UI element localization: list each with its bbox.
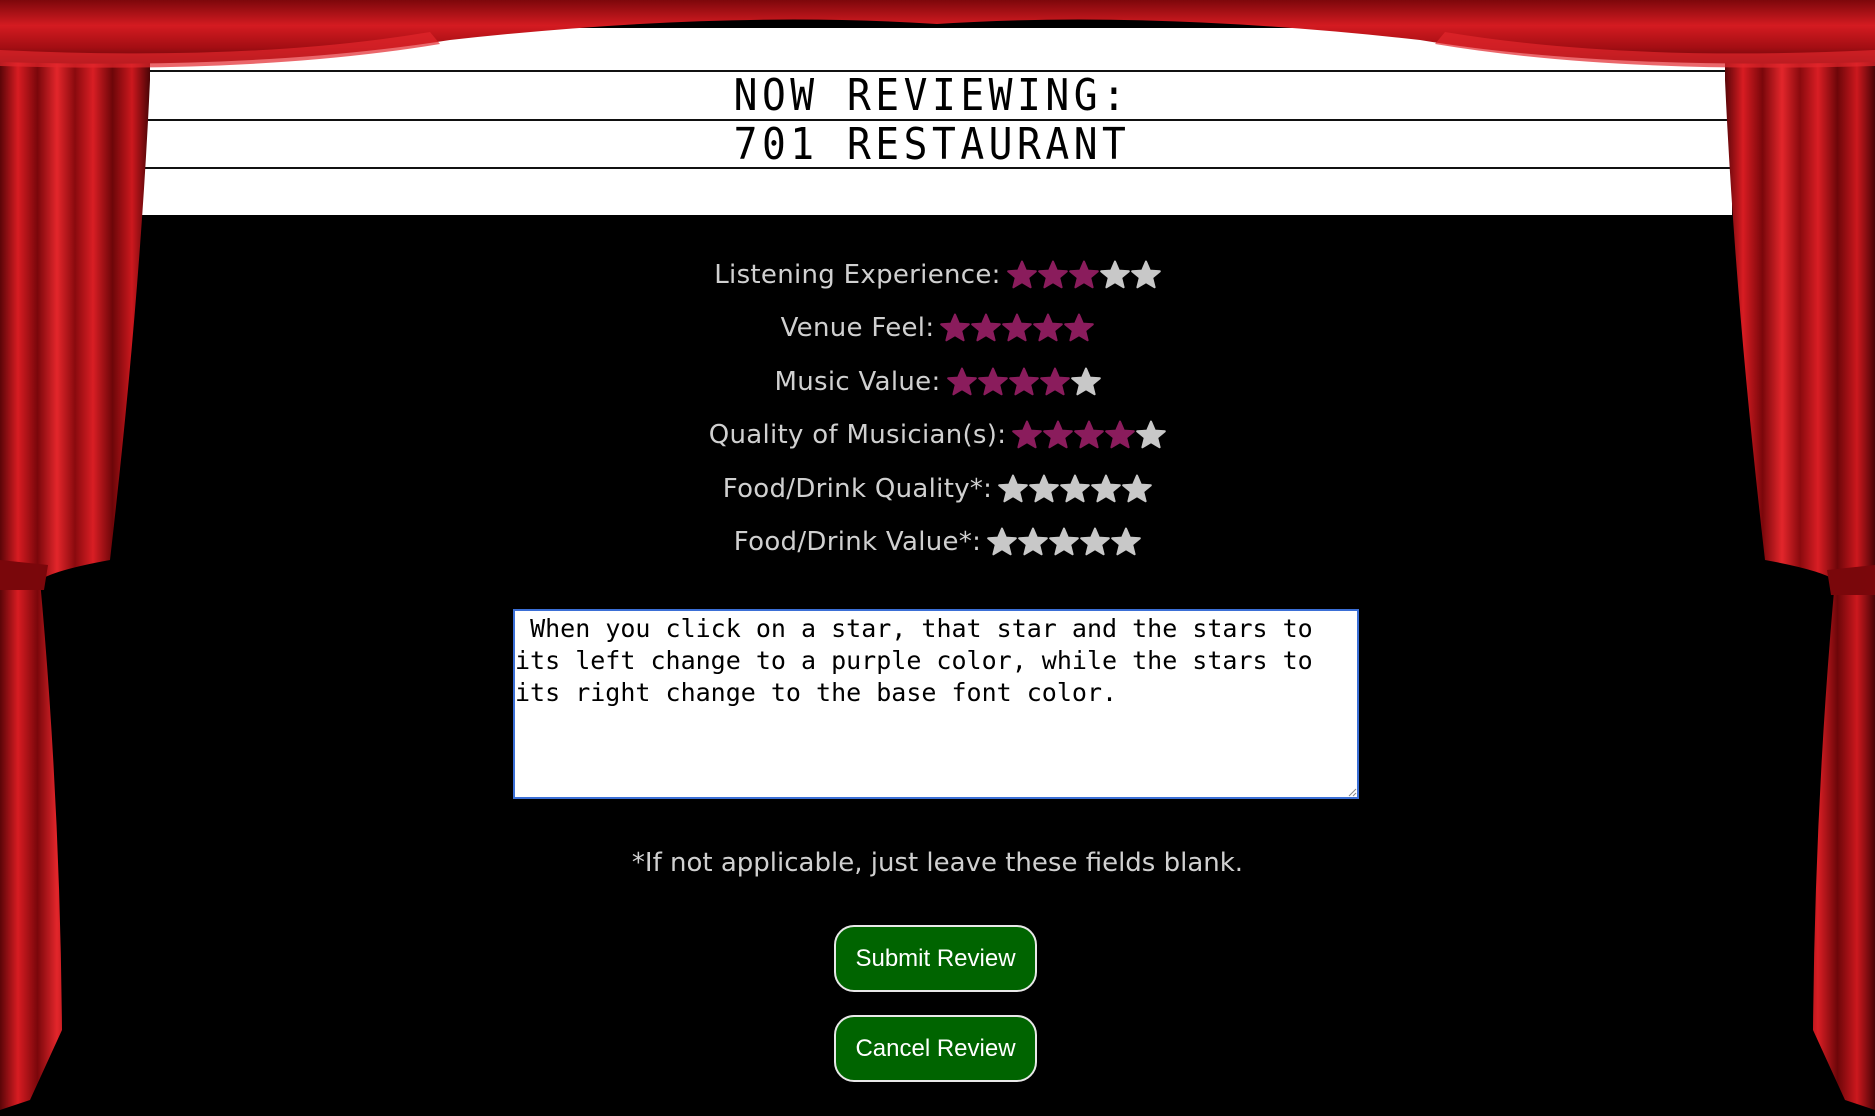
star-icon[interactable] (1049, 527, 1080, 557)
star-icon[interactable] (1006, 260, 1037, 290)
star-icon[interactable] (971, 313, 1002, 343)
submit-review-button[interactable]: Submit Review (834, 925, 1037, 992)
star-rating (946, 367, 1101, 397)
star-icon[interactable] (1039, 367, 1070, 397)
star-icon[interactable] (1080, 527, 1111, 557)
star-icon[interactable] (1060, 474, 1091, 504)
star-rating (998, 474, 1153, 504)
star-icon[interactable] (987, 527, 1018, 557)
star-icon[interactable] (1070, 367, 1101, 397)
optional-fields-note: *If not applicable, just leave these fie… (631, 848, 1244, 878)
star-icon[interactable] (1105, 420, 1136, 450)
star-icon[interactable] (1043, 420, 1074, 450)
star-icon[interactable] (1012, 420, 1043, 450)
star-icon[interactable] (1111, 527, 1142, 557)
star-icon[interactable] (1029, 474, 1060, 504)
star-icon[interactable] (1002, 313, 1033, 343)
star-icon[interactable] (1068, 260, 1099, 290)
star-icon[interactable] (1064, 313, 1095, 343)
star-rating (1006, 260, 1161, 290)
star-icon[interactable] (1074, 420, 1105, 450)
star-icon[interactable] (946, 367, 977, 397)
curtain-left (0, 0, 150, 1110)
star-icon[interactable] (940, 313, 971, 343)
rating-row: Venue Feel: (0, 302, 1875, 356)
star-icon[interactable] (1037, 260, 1068, 290)
star-icon[interactable] (1136, 420, 1167, 450)
rating-label: Music Value: (774, 366, 941, 397)
star-rating (987, 527, 1142, 557)
star-icon[interactable] (1008, 367, 1039, 397)
ratings-list: Listening Experience: Venue Feel: Music Va… (0, 248, 1875, 569)
rating-label: Food/Drink Value*: (733, 527, 982, 558)
star-icon[interactable] (977, 367, 1008, 397)
star-icon[interactable] (1099, 260, 1130, 290)
curtain-valance (0, 0, 1875, 68)
star-icon[interactable] (1018, 527, 1049, 557)
review-textarea[interactable] (513, 609, 1359, 799)
star-icon[interactable] (1130, 260, 1161, 290)
rating-label: Listening Experience: (714, 259, 1001, 290)
star-icon[interactable] (1091, 474, 1122, 504)
cancel-review-button[interactable]: Cancel Review (834, 1015, 1037, 1082)
page-title-line2: 701 RESTAURANT (733, 119, 1131, 170)
star-rating (1012, 420, 1167, 450)
star-icon[interactable] (1122, 474, 1153, 504)
rating-row: Music Value: (0, 355, 1875, 409)
star-icon[interactable] (998, 474, 1029, 504)
resize-grip-icon[interactable] (1347, 787, 1357, 797)
star-rating (940, 313, 1095, 343)
rating-row: Food/Drink Value*: (0, 516, 1875, 570)
rating-row: Quality of Musician(s): (0, 409, 1875, 463)
star-icon[interactable] (1033, 313, 1064, 343)
rating-label: Food/Drink Quality*: (722, 473, 993, 504)
rating-row: Listening Experience: (0, 248, 1875, 302)
rating-label: Venue Feel: (780, 313, 935, 344)
rating-label: Quality of Musician(s): (708, 420, 1007, 451)
rating-row: Food/Drink Quality*: (0, 462, 1875, 516)
curtain-right (1725, 0, 1875, 1110)
